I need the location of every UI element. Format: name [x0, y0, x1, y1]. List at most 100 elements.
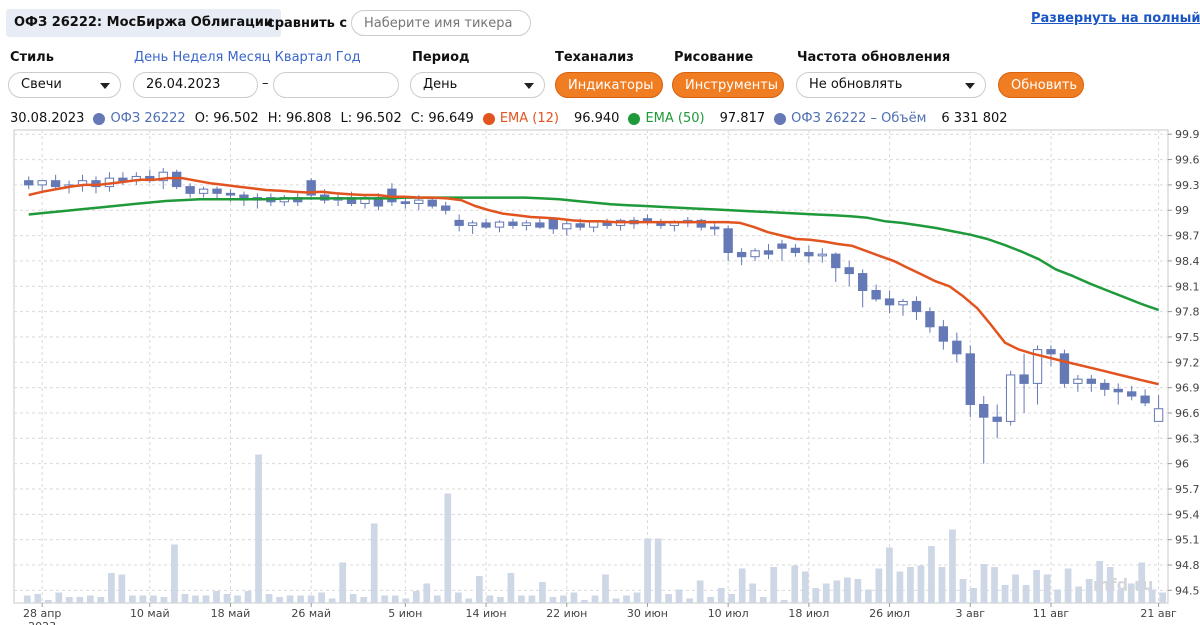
volume-bar [907, 567, 914, 603]
volume-bar [1075, 586, 1082, 603]
legend-ema50-value: 97.817 [719, 111, 766, 126]
volume-bar [665, 594, 672, 603]
candle-down [952, 340, 962, 355]
period-label: Период [412, 50, 470, 65]
style-label: Стиль [10, 50, 54, 65]
x-tick-year-label: 2023 [28, 620, 56, 625]
x-tick-label: 30 июн [627, 607, 668, 620]
volume-bar [812, 588, 820, 603]
volume-bar [192, 595, 199, 603]
volume-bar [854, 579, 862, 603]
legend-high: H: 96.808 [267, 111, 332, 126]
candle-up [414, 199, 424, 204]
volume-bar [717, 588, 725, 603]
series-dot-icon [93, 112, 106, 125]
y-tick-label: 96.3 [1175, 432, 1200, 445]
candle-down [1019, 374, 1029, 384]
volume-bar [307, 595, 315, 603]
volume-bar [318, 592, 326, 603]
volume-bar [728, 594, 736, 603]
y-tick-label: 99 [1175, 204, 1189, 217]
y-tick-label: 97.2 [1175, 356, 1200, 369]
volume-bar [129, 595, 136, 603]
volume-bar [539, 582, 546, 603]
candle-down [24, 180, 34, 186]
volume-bar [864, 589, 872, 603]
candle-down [535, 222, 545, 228]
volume-bar [801, 571, 809, 603]
volume-bar [65, 597, 73, 603]
volume-bar [654, 538, 662, 603]
chevron-down-icon [524, 83, 534, 89]
volume-bar [497, 597, 504, 603]
x-tick-label: 18 май [211, 607, 251, 620]
volume-bar [696, 580, 704, 603]
candle-down [548, 218, 558, 230]
x-tick-label: 18 июл [788, 607, 829, 620]
candle-down [212, 188, 222, 194]
volume-bars [23, 454, 1167, 603]
refresh-label: Частота обновления [797, 50, 951, 65]
volume-bar [917, 565, 925, 603]
ta-label: Теханализ [555, 50, 634, 65]
tools-button[interactable]: Инструменты [672, 72, 784, 98]
volume-bar [1054, 589, 1061, 603]
candle-down [965, 353, 975, 406]
volume-bar [223, 594, 231, 603]
volume-bar [360, 597, 368, 603]
volume-bar [644, 538, 651, 603]
period-link-day[interactable]: День [134, 50, 168, 65]
candle-down [172, 171, 182, 188]
candle-down [844, 267, 854, 275]
volume-bar [139, 595, 147, 603]
y-tick-label: 99.6 [1175, 154, 1200, 167]
volume-bar [759, 597, 767, 603]
fullscreen-link[interactable]: Развернуть на полный экран [1031, 11, 1200, 26]
volume-bar [118, 574, 126, 603]
x-tick-label: 26 июл [869, 607, 910, 620]
volume-bar [1022, 585, 1030, 603]
style-select[interactable]: Свечи [8, 72, 121, 98]
candle-up [562, 223, 572, 230]
candle-down [938, 326, 949, 342]
volume-bar [265, 594, 273, 603]
candle-down [575, 223, 585, 228]
volume-bar [843, 577, 851, 603]
volume-bar [633, 592, 641, 603]
compare-ticker-input[interactable] [351, 10, 531, 36]
x-tick-label: 11 авг [1033, 607, 1070, 620]
period-link-week[interactable]: Неделя [172, 50, 223, 65]
volume-bar [339, 562, 347, 603]
volume-bar [276, 597, 283, 603]
period-select[interactable]: День [410, 72, 545, 98]
refresh-button[interactable]: Обновить [998, 72, 1084, 98]
date-to-field[interactable] [273, 72, 399, 98]
volume-bar [402, 598, 410, 603]
candle-down [1086, 378, 1097, 384]
volume-bar [928, 546, 935, 603]
y-tick-label: 96.6 [1175, 407, 1200, 420]
candle-up [1153, 408, 1164, 422]
date-from-field[interactable]: 26.04.2023 [133, 72, 258, 98]
volume-bar [34, 594, 42, 603]
volume-bar [160, 597, 168, 603]
volume-bar [44, 600, 52, 603]
period-link-quarter[interactable]: Квартал [275, 50, 332, 65]
y-tick-label: 95.7 [1175, 483, 1200, 496]
volume-bar [23, 595, 31, 603]
y-tick-label: 97.8 [1175, 306, 1200, 319]
volume-bar [791, 565, 799, 603]
volume-bar [1043, 574, 1051, 603]
legend-volume-name: ОФЗ 26222 – Объём [791, 111, 927, 126]
volume-bar [213, 591, 220, 603]
volume-bar [549, 597, 557, 603]
candle-up [521, 222, 532, 226]
volume-bar [833, 580, 841, 603]
period-link-year[interactable]: Год [336, 50, 361, 65]
volume-bar [1064, 568, 1072, 603]
period-link-month[interactable]: Месяц [228, 50, 271, 65]
indicators-button[interactable]: Индикаторы [555, 72, 663, 98]
candle-down [831, 253, 841, 269]
refresh-select[interactable]: Не обновлять [796, 72, 986, 98]
price-chart[interactable]: 99.9 99.6 99.3 99 98.7 98.4 98.1 97.8 97.5 97.2 96… [0, 128, 1200, 625]
